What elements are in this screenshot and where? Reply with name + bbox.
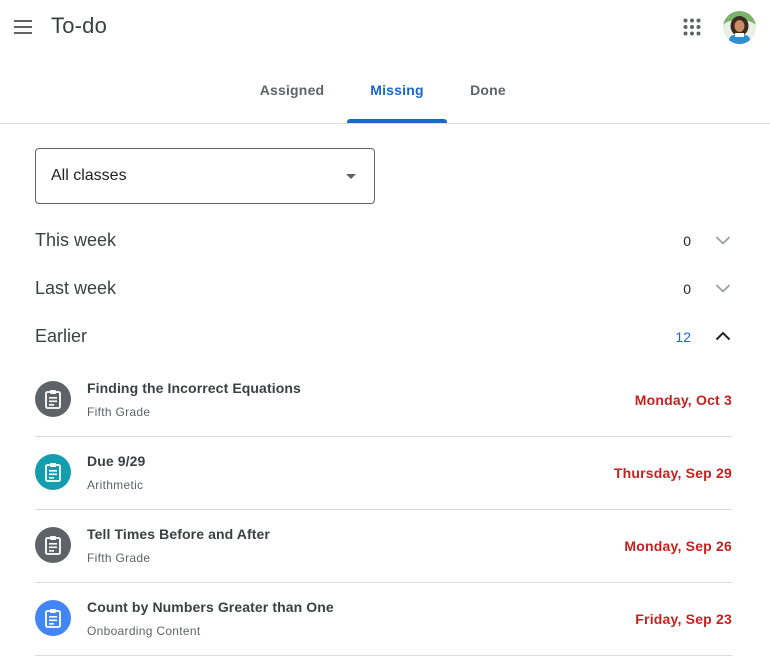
task-title: Due 9/29 — [87, 453, 146, 469]
section-title: This week — [35, 230, 117, 250]
task-item[interactable]: Tell Times Before and After Fifth Grade … — [35, 510, 732, 583]
section-earlier[interactable]: Earlier 12 — [35, 316, 735, 356]
main-menu-button[interactable] — [8, 10, 38, 44]
page-title: To-do — [51, 13, 108, 38]
task-due-date: Monday, Sep 26 — [624, 538, 732, 554]
task-class: Fifth Grade — [87, 551, 151, 565]
tab-assigned[interactable]: Assigned — [255, 56, 329, 123]
class-filter-value: All classes — [51, 167, 127, 184]
todo-tabs: Assigned Missing Done — [0, 56, 770, 124]
task-item[interactable]: Due 9/29 Arithmetic Thursday, Sep 29 — [35, 437, 732, 510]
task-class: Arithmetic — [87, 478, 144, 492]
dropdown-arrow-icon — [346, 174, 356, 179]
top-app-bar: To-do — [0, 0, 770, 56]
assignment-icon — [35, 527, 71, 563]
assignment-icon — [35, 381, 71, 417]
task-title: Finding the Incorrect Equations — [87, 380, 301, 396]
task-due-date: Monday, Oct 3 — [634, 392, 732, 408]
task-title: Count by Numbers Greater than One — [87, 599, 334, 615]
section-count: 0 — [683, 233, 691, 249]
section-last-week[interactable]: Last week 0 — [35, 268, 735, 308]
section-title: Last week — [35, 278, 117, 298]
task-due-date: Thursday, Sep 29 — [613, 465, 732, 481]
section-this-week[interactable]: This week 0 — [35, 220, 735, 260]
account-avatar[interactable] — [723, 11, 756, 44]
section-count: 12 — [675, 329, 691, 345]
active-tab-indicator — [347, 119, 447, 123]
task-title: Tell Times Before and After — [87, 526, 270, 542]
tab-done[interactable]: Done — [462, 56, 514, 123]
task-due-date: Friday, Sep 23 — [635, 611, 732, 627]
task-item[interactable]: Finding the Incorrect Equations Fifth Gr… — [35, 364, 732, 437]
hamburger-menu-icon — [14, 20, 32, 34]
section-title: Earlier — [35, 326, 88, 346]
task-item[interactable]: Count by Numbers Greater than One Onboar… — [35, 583, 732, 656]
task-class: Onboarding Content — [87, 624, 201, 638]
section-count: 0 — [683, 281, 691, 297]
chevron-up-icon — [715, 331, 731, 341]
assignment-icon — [35, 600, 71, 636]
assignment-icon — [35, 454, 71, 490]
user-avatar-icon — [723, 11, 756, 44]
class-filter-dropdown[interactable]: All classes — [35, 148, 375, 204]
apps-grid-icon — [683, 18, 701, 36]
chevron-down-icon — [715, 236, 731, 245]
task-class: Fifth Grade — [87, 405, 151, 419]
tab-missing[interactable]: Missing — [347, 56, 447, 123]
google-apps-button[interactable] — [678, 13, 706, 41]
chevron-down-icon — [715, 284, 731, 293]
